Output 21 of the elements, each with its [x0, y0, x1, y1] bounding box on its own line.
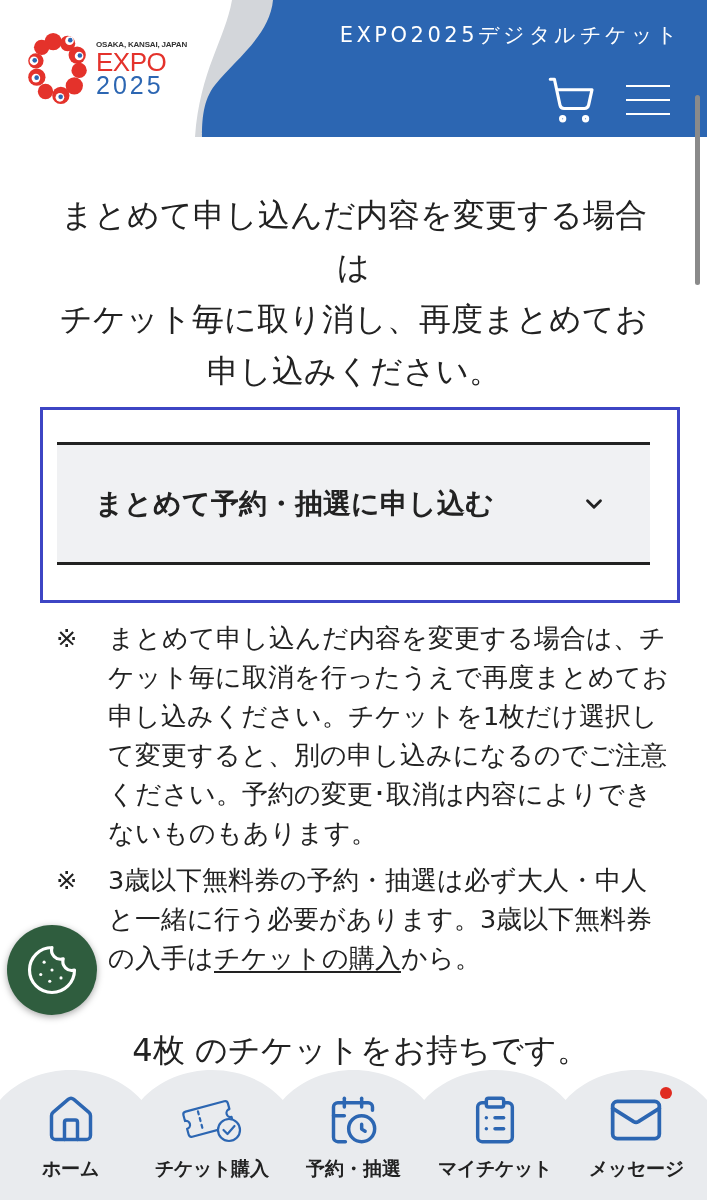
note-text: まとめて申し込んだ内容を変更する場合は、チ ケット毎に取消を行ったうえで再度まとめてお 申し込みください。チケットを1枚だけ選択し て変更すると、別の申し込みになるのでご注意 ください。予約の変更･取消は内容によりでき ないものもあります。: [108, 622, 669, 850]
logo-wordmark: EXPO: [96, 49, 167, 74]
note-mark: ※: [56, 622, 79, 655]
nav-button[interactable]: マイチケット: [433, 1084, 556, 1180]
nav-button[interactable]: 予約・抽選: [302, 1084, 405, 1180]
nav-button[interactable]: ホーム: [38, 1084, 104, 1180]
menu-icon[interactable]: [626, 85, 670, 115]
ticket-count-text: 4枚 のチケットをお持ちです。: [131, 1030, 590, 1070]
nav-button[interactable]: メッセージ: [584, 1084, 688, 1180]
accordion-header[interactable]: まとめて予約・抽選に申し込む: [57, 442, 650, 565]
nav-button[interactable]: チケット購入: [151, 1084, 274, 1180]
note-text: 3歳以下無料券の予約・抽選は必ず大人・中人 と一緒に行う必要があります。3歳以下無料券 の入手はチケットの購入から。: [108, 864, 653, 975]
note-mark: ※: [56, 864, 79, 897]
logo-tagline: OSAKA, KANSAI, JAPAN: [96, 39, 187, 50]
text-link[interactable]: チケットの購入: [214, 943, 401, 973]
cookie-icon: [25, 943, 79, 997]
intro-text: まとめて申し込んだ内容を変更する場合は チケット毎に取り消し、再度まとめてお申し込みください。: [58, 195, 649, 392]
logo-year: 2025: [96, 73, 164, 96]
cookie-settings-button[interactable]: [7, 925, 97, 1015]
header-title: EXPO2025デジタルチケット: [339, 22, 682, 49]
cart-icon[interactable]: [546, 75, 596, 125]
